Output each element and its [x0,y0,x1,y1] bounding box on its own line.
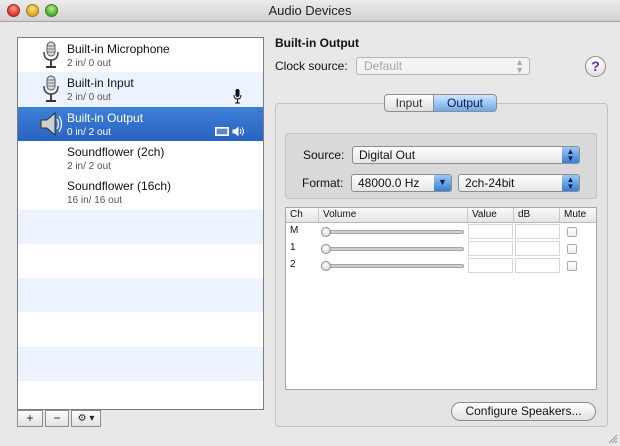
volume-slider-knob[interactable] [321,227,331,237]
volume-slider-knob[interactable] [321,244,331,254]
device-row-built-in-output[interactable]: Built-in Output 0 in/ 2 out [18,106,263,141]
device-name: Soundflower (16ch) [67,179,172,194]
mute-checkbox[interactable] [567,261,577,271]
channel-table: Ch Volume Value dB Mute M 1 2 [285,207,597,390]
device-name: Built-in Input [67,76,134,91]
empty-row [18,244,263,278]
device-name: Soundflower (2ch) [67,144,165,159]
sample-rate-value: 48000.0 Hz [358,176,420,190]
action-menu-button[interactable]: ⚙ ▾ [71,410,101,427]
channel-label: 2 [290,259,296,270]
device-row-soundflower-16ch[interactable]: Soundflower (16ch) 16 in/ 16 out [18,175,263,209]
column-header-value: Value [468,208,514,223]
chevron-down-icon: ▼ [434,175,451,191]
empty-row [18,278,263,313]
clock-source-value: Default [364,59,403,73]
popup-arrows-icon: ▲ ▼ [562,147,579,163]
device-io: 2 in/ 2 out [67,160,111,172]
microphone-icon [43,41,59,68]
mute-checkbox[interactable] [567,244,577,254]
device-io: 2 in/ 0 out [67,92,111,104]
source-value: Digital Out [359,148,416,162]
db-field[interactable] [515,224,560,239]
title-bar: Audio Devices [0,0,620,22]
device-name: Built-in Output [67,110,144,125]
value-field[interactable] [468,241,513,256]
format-label: Format: [302,176,344,190]
empty-row [18,312,263,346]
help-button[interactable]: ? [585,56,606,77]
window-title: Audio Devices [268,3,352,18]
clock-source-label: Clock source: [275,59,348,73]
device-name: Built-in Microphone [67,42,170,56]
stepper-arrows-icon: ▲ ▼ [515,57,524,75]
popup-arrows-icon: ▲ ▼ [562,175,579,191]
bit-format-value: 2ch-24bit [465,176,515,190]
column-header-ch: Ch [286,208,319,223]
db-field[interactable] [515,241,560,256]
device-io: 2 in/ 0 out [67,58,111,69]
device-row-soundflower-2ch[interactable]: Soundflower (2ch) 2 in/ 2 out [18,141,263,175]
format-settings-box: Source: Digital Out ▲ ▼ Format: 48000.0 H… [285,133,597,199]
db-field[interactable] [515,258,560,273]
volume-slider-track[interactable] [324,264,464,268]
mute-checkbox[interactable] [567,227,577,237]
volume-icon [232,126,244,137]
value-field[interactable] [468,224,513,239]
tab-input[interactable]: Input [384,94,434,112]
device-row-built-in-microphone[interactable]: Built-in Microphone 2 in/ 0 out [18,38,263,72]
clock-source-popup: Default ▲ ▼ [356,57,530,75]
screen-icon [215,126,229,136]
tab-output[interactable]: Output [433,94,497,112]
empty-row [18,209,263,244]
device-io: 16 in/ 16 out [67,195,123,207]
bit-format-popup[interactable]: 2ch-24bit ▲ ▼ [458,174,580,192]
mic-small-icon [233,89,242,104]
volume-slider-knob[interactable] [321,261,331,271]
channel-label: M [290,225,299,236]
device-heading: Built-in Output [275,36,359,50]
column-header-volume: Volume [319,208,468,223]
device-list[interactable]: Built-in Microphone 2 in/ 0 out Built-in… [17,37,264,410]
volume-slider-track[interactable] [324,247,464,251]
add-device-button[interactable]: + [17,410,43,427]
channel-label: 1 [290,242,296,253]
empty-row [18,346,263,381]
sample-rate-combo[interactable]: 48000.0 Hz ▼ [351,174,452,192]
microphone-icon [43,75,59,103]
audio-devices-window: Audio Devices Built-in Microphone 2 in/ … [0,0,620,446]
source-label: Source: [303,148,345,162]
value-field[interactable] [468,258,513,273]
source-popup[interactable]: Digital Out ▲ ▼ [352,146,580,164]
device-row-built-in-input[interactable]: Built-in Input 2 in/ 0 out [18,72,263,107]
volume-slider-track[interactable] [324,230,464,234]
speaker-icon [40,111,63,136]
device-io: 0 in/ 2 out [67,126,111,138]
empty-row [18,381,263,409]
resize-grip-icon[interactable] [608,434,618,444]
remove-device-button[interactable]: − [45,410,69,427]
configure-speakers-button[interactable]: Configure Speakers... [451,402,596,421]
column-header-mute: Mute [560,208,596,223]
column-header-db: dB [514,208,560,223]
